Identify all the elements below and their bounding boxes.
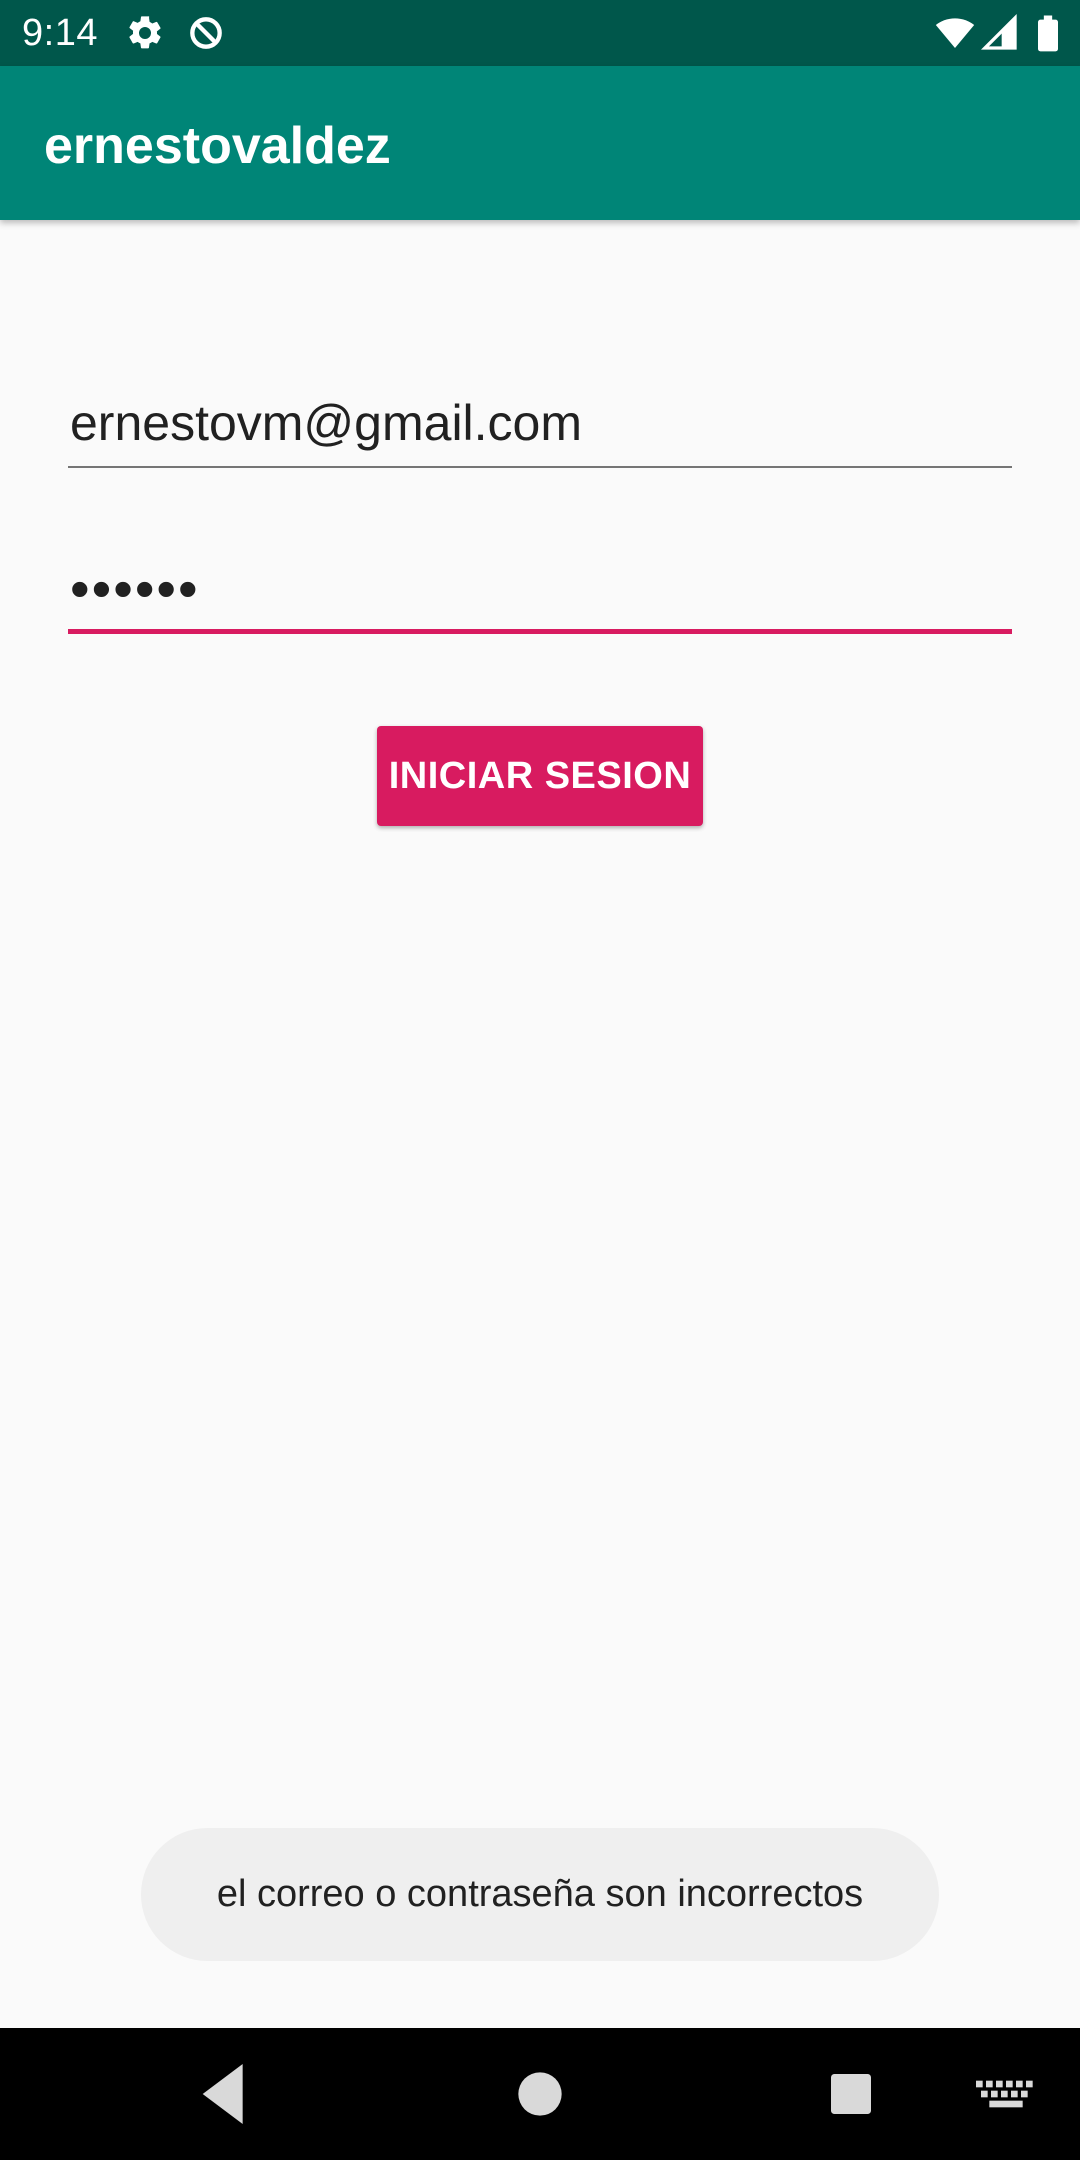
recents-icon[interactable]	[811, 2054, 891, 2134]
status-time: 9:14	[22, 12, 98, 54]
data-saver-icon	[186, 13, 226, 53]
login-button[interactable]: INICIAR SESION	[377, 726, 703, 826]
navigation-bar	[0, 2028, 1080, 2160]
email-field[interactable]	[68, 380, 1012, 468]
status-bar: 9:14	[0, 0, 1080, 66]
app-title: ernestovaldez	[44, 117, 391, 175]
keyboard-icon[interactable]	[966, 2054, 1046, 2134]
home-icon[interactable]	[500, 2054, 580, 2134]
gear-icon	[125, 13, 165, 53]
signal-icon	[980, 13, 1020, 53]
back-icon[interactable]	[186, 2054, 266, 2134]
wifi-icon	[935, 13, 975, 53]
toast-message: el correo o contraseña son incorrectos	[141, 1828, 939, 1961]
password-field[interactable]	[68, 548, 1012, 634]
app-bar: ernestovaldez	[0, 66, 1080, 220]
battery-icon	[1028, 13, 1068, 53]
